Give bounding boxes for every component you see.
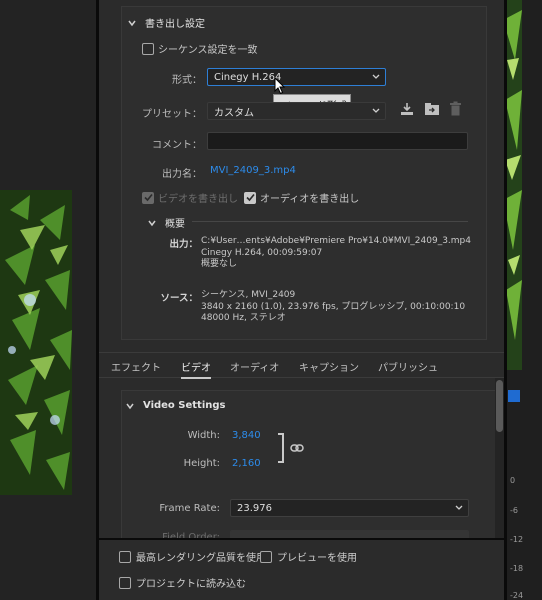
width-value[interactable]: 3,840: [232, 430, 261, 441]
match-sequence-checkbox[interactable]: [142, 42, 154, 55]
comment-input[interactable]: [207, 132, 468, 150]
frame-rate-select[interactable]: 23.976: [230, 499, 469, 517]
video-settings-panel: Video Settings Width: 3,840 Height: 2,16…: [121, 390, 504, 550]
link-icon[interactable]: [290, 442, 304, 454]
import-into-project-row[interactable]: プロジェクトに読み込む: [119, 575, 246, 590]
export-settings-panel: 書き出し設定 シーケンス設定を一致 形式： Cinegy H.264 エンコード…: [121, 6, 487, 340]
chevron-down-icon: [372, 108, 380, 113]
frame-rate-label: Frame Rate:: [159, 503, 220, 514]
export-audio-checkbox[interactable]: [244, 191, 256, 204]
output-name-label: 出力名：: [162, 169, 202, 180]
tab-effects[interactable]: エフェクト: [111, 359, 161, 374]
tab-audio[interactable]: オーディオ: [230, 359, 279, 374]
tab-publish[interactable]: パブリッシュ: [378, 359, 438, 374]
bottom-options: 最高レンダリング品質を使用 プレビューを使用 プロジェクトに読み込む: [99, 538, 504, 600]
meter-tick-12: -12: [510, 535, 524, 544]
chevron-down-icon: [148, 220, 156, 226]
summary-output-key: 出力：: [169, 239, 198, 250]
chevron-down-icon: [372, 74, 380, 79]
summary-divider: [192, 221, 468, 222]
export-settings-dialog: 書き出し設定 シーケンス設定を一致 形式： Cinegy H.264 エンコード…: [96, 0, 507, 600]
format-select[interactable]: Cinegy H.264: [207, 68, 386, 86]
summary-header[interactable]: 概要: [148, 215, 185, 230]
constrain-bracket: [278, 433, 284, 463]
export-audio-row[interactable]: オーディオを書き出し: [244, 190, 359, 205]
checkmark-icon: [245, 193, 255, 202]
use-previews-checkbox[interactable]: [260, 550, 272, 563]
export-audio-label: オーディオを書き出し: [260, 194, 360, 205]
max-render-quality-label: 最高レンダリング品質を使用: [136, 553, 266, 564]
video-settings-header[interactable]: Video Settings: [126, 400, 226, 411]
import-into-project-checkbox[interactable]: [119, 576, 131, 589]
meter-tick-18: -18: [510, 564, 524, 573]
export-video-row: ビデオを書き出し: [142, 190, 238, 205]
preset-label: プリセット：: [142, 109, 202, 120]
download-preset-icon[interactable]: [400, 102, 414, 116]
export-settings-header[interactable]: 書き出し設定: [128, 15, 205, 30]
use-previews-label: プレビューを使用: [277, 553, 357, 564]
format-value: Cinegy H.264: [214, 71, 282, 83]
chevron-down-icon: [128, 20, 136, 26]
export-video-checkbox: [142, 191, 154, 204]
meter-tick-0: 0: [510, 476, 516, 485]
video-settings-title: Video Settings: [143, 400, 226, 411]
mouse-cursor-icon: [274, 77, 286, 95]
height-label: Height:: [183, 458, 220, 469]
settings-scrollbar[interactable]: [495, 378, 504, 538]
summary-title: 概要: [165, 219, 185, 230]
tab-video[interactable]: ビデオ: [181, 359, 211, 379]
format-label: 形式：: [172, 75, 202, 86]
output-name-link[interactable]: MVI_2409_3.mp4: [210, 165, 296, 176]
preset-select[interactable]: カスタム: [207, 102, 386, 120]
height-value[interactable]: 2,160: [232, 458, 261, 469]
width-label: Width:: [187, 430, 220, 441]
match-sequence-label: シーケンス設定を一致: [158, 45, 258, 56]
settings-tab-bar: エフェクト ビデオ オーディオ キャプション パブリッシュ: [99, 352, 504, 379]
match-sequence-row[interactable]: シーケンス設定を一致: [142, 41, 258, 56]
scrollbar-thumb[interactable]: [496, 380, 503, 432]
tab-captions[interactable]: キャプション: [299, 359, 359, 374]
import-preset-icon[interactable]: [424, 102, 440, 116]
use-previews-row[interactable]: プレビューを使用: [260, 549, 357, 564]
trash-icon[interactable]: [449, 101, 462, 116]
meter-tick-24: -24: [510, 591, 524, 600]
summary-source-value: シーケンス, MVI_2409 3840 x 2160 (1.0), 23.97…: [201, 290, 466, 323]
preset-value: カスタム: [214, 107, 254, 119]
chevron-down-icon: [455, 505, 463, 510]
chevron-down-icon: [126, 403, 134, 409]
max-render-quality-row[interactable]: 最高レンダリング品質を使用: [119, 549, 266, 564]
meter-tick-6: -6: [510, 506, 518, 515]
frame-rate-value: 23.976: [237, 502, 272, 514]
leaf-thumbnail-left: [0, 190, 72, 495]
checkmark-icon: [143, 193, 153, 202]
summary-output-value: C:¥User…ents¥Adobe¥Premiere Pro¥14.0¥MVI…: [201, 236, 471, 269]
export-settings-title: 書き出し設定: [145, 19, 205, 30]
blue-meter-marker: [508, 390, 520, 402]
summary-source-key: ソース：: [160, 293, 198, 304]
import-into-project-label: プロジェクトに読み込む: [136, 579, 246, 590]
max-render-quality-checkbox[interactable]: [119, 550, 131, 563]
comment-label: コメント：: [152, 140, 202, 151]
export-video-label: ビデオを書き出し: [158, 194, 238, 205]
